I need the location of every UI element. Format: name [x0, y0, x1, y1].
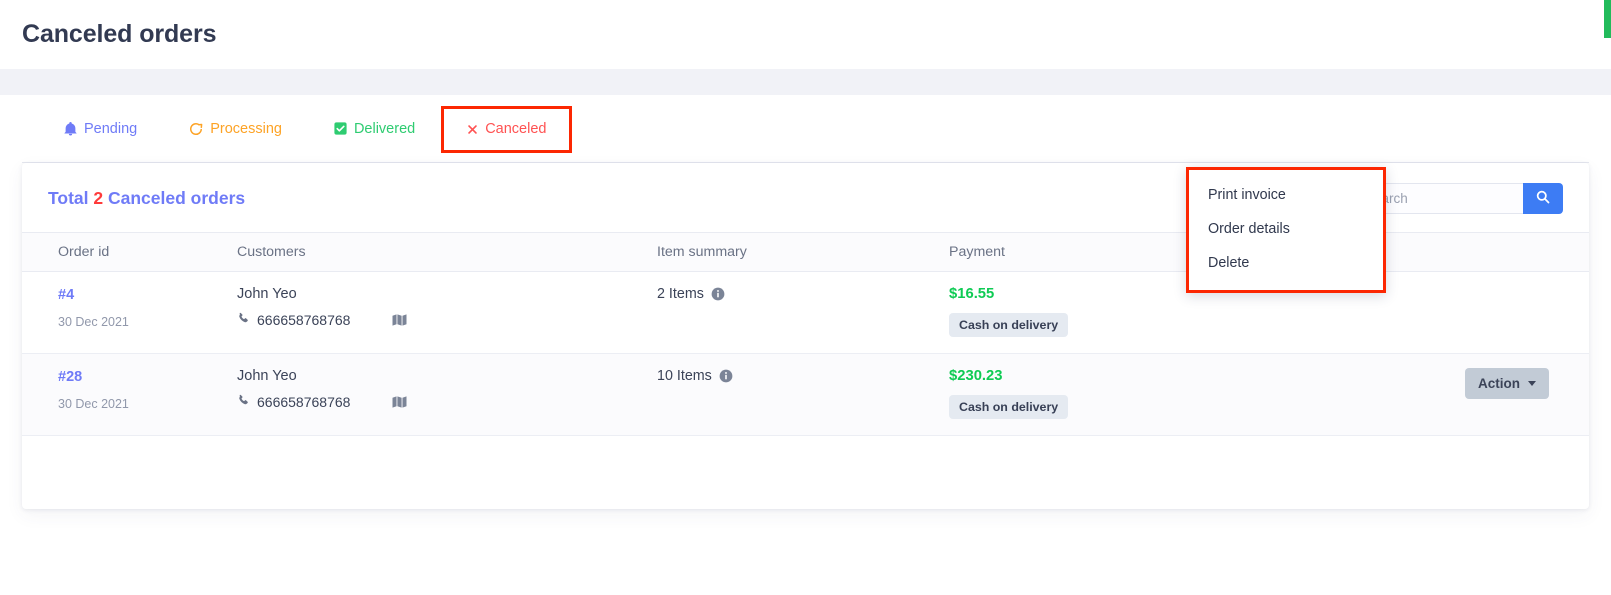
summary-count: 2	[93, 188, 104, 208]
order-id-link[interactable]: #28	[58, 369, 82, 385]
summary-suffix: Canceled orders	[108, 188, 246, 208]
header-customers: Customers	[237, 232, 657, 272]
cell-action: Action	[1249, 353, 1589, 436]
info-icon[interactable]	[719, 369, 733, 383]
action-dropdown-button[interactable]: Action	[1465, 368, 1549, 399]
table-row: #28 30 Dec 2021 John Yeo 666658768768 10…	[22, 353, 1589, 436]
cell-order-id: #4 30 Dec 2021	[22, 271, 237, 354]
tab-canceled[interactable]: Canceled	[441, 105, 573, 153]
chevron-down-icon	[1528, 381, 1536, 386]
tab-pending-label: Pending	[84, 120, 138, 137]
cell-customer: John Yeo 666658768768	[237, 353, 657, 436]
tab-canceled-label: Canceled	[485, 121, 547, 137]
page-scrollbar-thumb[interactable]	[1604, 0, 1611, 38]
cell-customer: John Yeo 666658768768	[237, 271, 657, 354]
customer-phone-number: 666658768768	[257, 394, 351, 410]
info-icon[interactable]	[711, 287, 725, 301]
customer-phone-number: 666658768768	[257, 312, 351, 328]
search-button[interactable]	[1523, 183, 1563, 214]
phone-icon	[237, 394, 250, 410]
summary-prefix: Total	[48, 188, 89, 208]
customer-name: John Yeo	[237, 368, 297, 384]
close-x-icon	[467, 124, 478, 135]
order-date: 30 Dec 2021	[58, 315, 129, 329]
check-square-icon	[334, 122, 347, 135]
cell-item-summary: 10 Items	[657, 353, 949, 436]
map-location-icon[interactable]	[392, 395, 407, 409]
orders-total-summary: Total 2 Canceled orders	[48, 188, 245, 209]
order-amount: $230.23	[949, 368, 1003, 384]
order-id-link[interactable]: #4	[58, 287, 74, 303]
tab-delivered-label: Delivered	[353, 120, 416, 137]
tab-processing-label: Processing	[210, 120, 282, 137]
orders-card: Total 2 Canceled orders Search Order id …	[22, 163, 1589, 509]
map-location-icon[interactable]	[392, 313, 407, 327]
content-area: Pending Processing Delivered Canceled To…	[0, 95, 1611, 595]
phone-icon	[237, 312, 250, 328]
order-status-tabs: Pending Processing Delivered Canceled	[0, 95, 1611, 163]
payment-method-badge: Cash on delivery	[949, 395, 1069, 419]
page-header: Canceled orders	[0, 0, 1611, 69]
tab-pending[interactable]: Pending	[38, 95, 163, 162]
cell-order-id: #28 30 Dec 2021	[22, 353, 237, 436]
header-divider-band	[0, 69, 1611, 95]
item-count-label: 2 Items	[657, 286, 704, 302]
item-count-label: 10 Items	[657, 368, 712, 384]
action-button-label: Action	[1478, 376, 1520, 391]
tab-delivered[interactable]: Delivered	[308, 95, 441, 162]
customer-phone: 666658768768	[237, 312, 350, 328]
customer-phone: 666658768768	[237, 394, 350, 410]
search-icon	[1536, 190, 1550, 207]
dropdown-item-delete[interactable]: Delete	[1189, 246, 1383, 280]
customer-name: John Yeo	[237, 286, 297, 302]
header-order-id: Order id	[22, 232, 237, 272]
header-item-summary: Item summary	[657, 232, 949, 272]
order-date: 30 Dec 2021	[58, 397, 129, 411]
page-title: Canceled orders	[22, 20, 217, 48]
cell-payment: $230.23 Cash on delivery	[949, 353, 1249, 436]
dropdown-item-print-invoice[interactable]: Print invoice	[1189, 178, 1383, 212]
bell-icon	[64, 121, 77, 136]
payment-method-badge: Cash on delivery	[949, 313, 1069, 337]
tab-processing[interactable]: Processing	[163, 95, 308, 162]
page-scrollbar[interactable]	[1604, 0, 1611, 595]
spinner-icon	[189, 122, 203, 136]
action-dropdown-menu: Print invoice Order details Delete	[1186, 167, 1386, 293]
cell-item-summary: 2 Items	[657, 271, 949, 354]
dropdown-item-order-details[interactable]: Order details	[1189, 212, 1383, 246]
